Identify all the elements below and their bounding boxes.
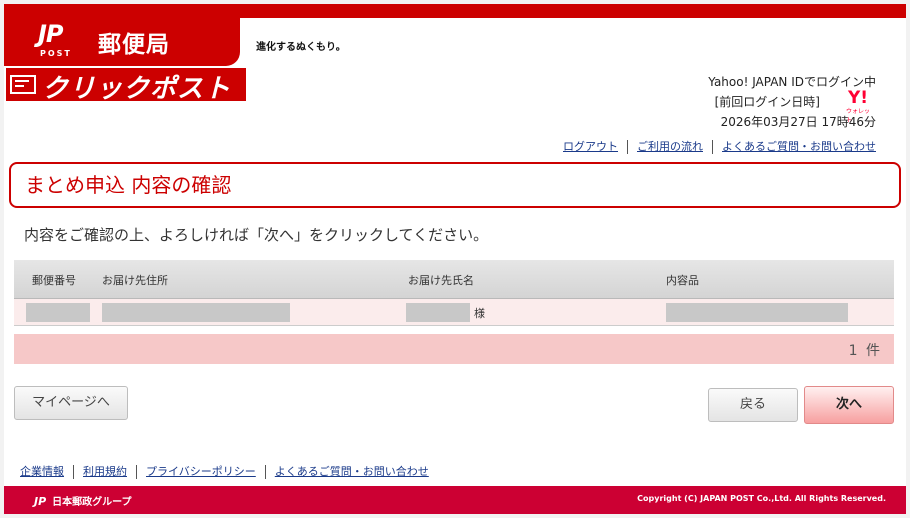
header-name: お届け先氏名 (408, 274, 474, 287)
mail-icon (10, 75, 36, 94)
top-links: ログアウト ご利用の流れ よくあるご質問・お問い合わせ (554, 140, 876, 154)
top-strip (4, 4, 906, 18)
copyright: Copyright (C) JAPAN POST Co.,Ltd. All Ri… (637, 494, 886, 503)
post-office-name: 郵便局 (98, 32, 170, 58)
group-name: 日本郵政グループ (52, 497, 132, 508)
header-contents: 内容品 (666, 274, 699, 287)
page: JP POST 郵便局 進化するぬくもり。 クリックポスト Yahoo! JAP… (4, 4, 906, 514)
footer-links: 企業情報 利用規約 プライバシーポリシー よくあるご質問・お問い合わせ (14, 465, 438, 479)
privacy-policy-link[interactable]: プライバシーポリシー (136, 465, 265, 479)
next-button[interactable]: 次へ (804, 386, 894, 424)
instruction-text: 内容をご確認の上、よろしければ「次へ」をクリックしてください。 (24, 226, 489, 244)
honorific: 様 (474, 307, 485, 320)
redacted-contents (666, 303, 848, 322)
faq-link[interactable]: よくあるご質問・お問い合わせ (712, 140, 876, 154)
page-frame: JP POST 郵便局 進化するぬくもり。 クリックポスト Yahoo! JAP… (0, 0, 910, 518)
group-logo-mark: JP (34, 495, 47, 508)
wallet-logo-text: ウォレット (846, 108, 871, 124)
wallet-logo-mark: Y! (848, 88, 869, 108)
table-count-bar: 1 件 (14, 334, 894, 364)
clickpost-logo-text: クリックポスト (42, 74, 232, 104)
footer-faq-link[interactable]: よくあるご質問・お問い合わせ (264, 465, 438, 479)
redacted-address (102, 303, 290, 322)
mypage-button[interactable]: マイページへ (14, 386, 128, 420)
table-header: 郵便番号 お届け先住所 お届け先氏名 内容品 (14, 260, 894, 298)
page-title: まとめ申込 内容の確認 (9, 162, 901, 208)
header-address: お届け先住所 (102, 274, 168, 287)
footer-bar: JP 日本郵政グループ Copyright (C) JAPAN POST Co.,… (4, 486, 906, 514)
usage-flow-link[interactable]: ご利用の流れ (627, 140, 712, 154)
japan-post-group: JP 日本郵政グループ (34, 493, 132, 508)
table-row: 様 (14, 298, 894, 326)
clickpost-logo[interactable]: クリックポスト (6, 68, 246, 104)
redacted-name (406, 303, 470, 322)
redacted-postal-code (26, 303, 90, 322)
corporate-info-link[interactable]: 企業情報 (14, 465, 73, 479)
japan-post-banner: JP POST 郵便局 (4, 18, 240, 66)
jp-post-logo: JP POST (34, 20, 78, 60)
jp-logo-mark: JP (38, 20, 64, 48)
terms-link[interactable]: 利用規約 (73, 465, 136, 479)
item-count: 1 件 (848, 343, 882, 359)
tagline: 進化するぬくもり。 (256, 42, 346, 53)
confirmation-table: 郵便番号 お届け先住所 お届け先氏名 内容品 様 1 件 (14, 260, 894, 364)
logout-link[interactable]: ログアウト (554, 140, 627, 154)
header-postal-code: 郵便番号 (32, 274, 76, 287)
jp-logo-post: POST (40, 49, 72, 58)
back-button[interactable]: 戻る (708, 388, 798, 422)
yahoo-wallet-icon: Y! ウォレット (842, 88, 874, 124)
